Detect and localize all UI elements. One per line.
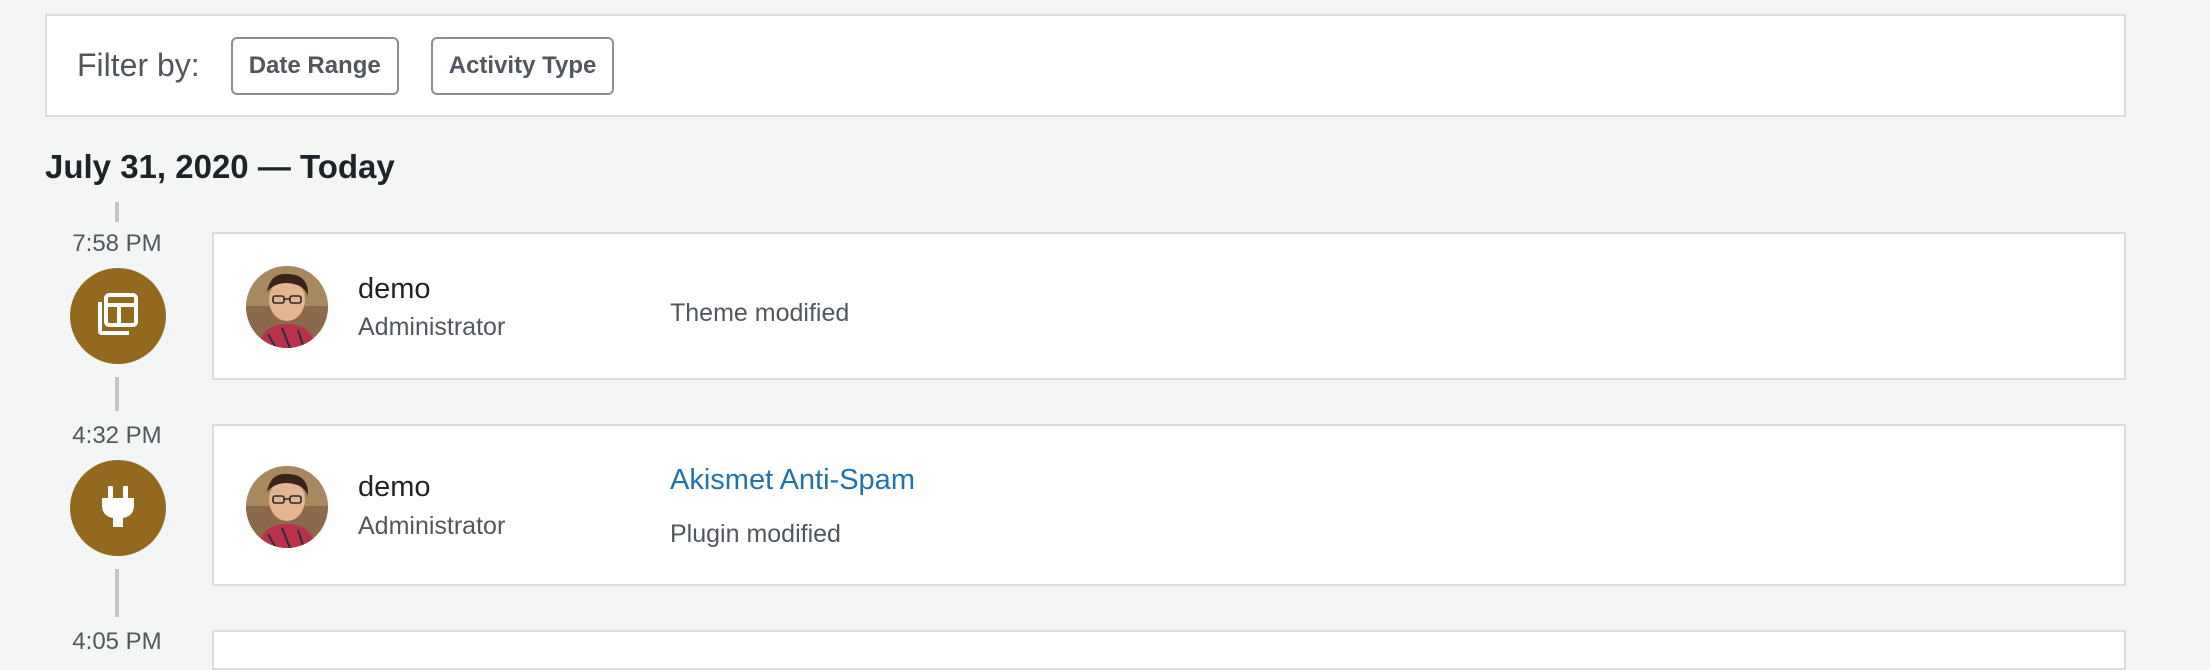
user-role: Administrator	[358, 512, 506, 540]
activity-time: 7:58 PM	[72, 230, 162, 257]
avatar	[246, 266, 328, 348]
activity-time: 4:32 PM	[72, 422, 162, 449]
timeline-connector	[115, 569, 119, 617]
user-role: Administrator	[358, 313, 506, 341]
timeline-connector	[115, 377, 119, 411]
theme-layout-icon	[95, 291, 141, 342]
plugin-link[interactable]: Akismet Anti-Spam	[670, 464, 915, 497]
date-range-filter-button[interactable]: Date Range	[230, 36, 399, 95]
activity-type-filter-button[interactable]: Activity Type	[430, 36, 615, 95]
activity-card	[212, 630, 2126, 670]
filter-label: Filter by:	[77, 47, 200, 83]
activity-type-badge	[70, 460, 166, 556]
plugin-icon	[98, 483, 138, 534]
avatar	[246, 466, 328, 548]
user-name: demo	[358, 471, 431, 503]
activity-card: demo Administrator Akismet Anti-Spam Plu…	[212, 424, 2126, 586]
timeline-connector	[115, 202, 119, 222]
activity-time: 4:05 PM	[72, 628, 162, 655]
filter-panel: Filter by: Date Range Activity Type	[45, 14, 2126, 117]
activity-type-badge	[70, 268, 166, 364]
day-heading: July 31, 2020 — Today	[45, 148, 395, 185]
activity-description: Theme modified	[670, 299, 850, 327]
activity-description: Plugin modified	[670, 520, 841, 548]
user-name: demo	[358, 273, 431, 305]
activity-card: demo Administrator Theme modified	[212, 232, 2126, 380]
